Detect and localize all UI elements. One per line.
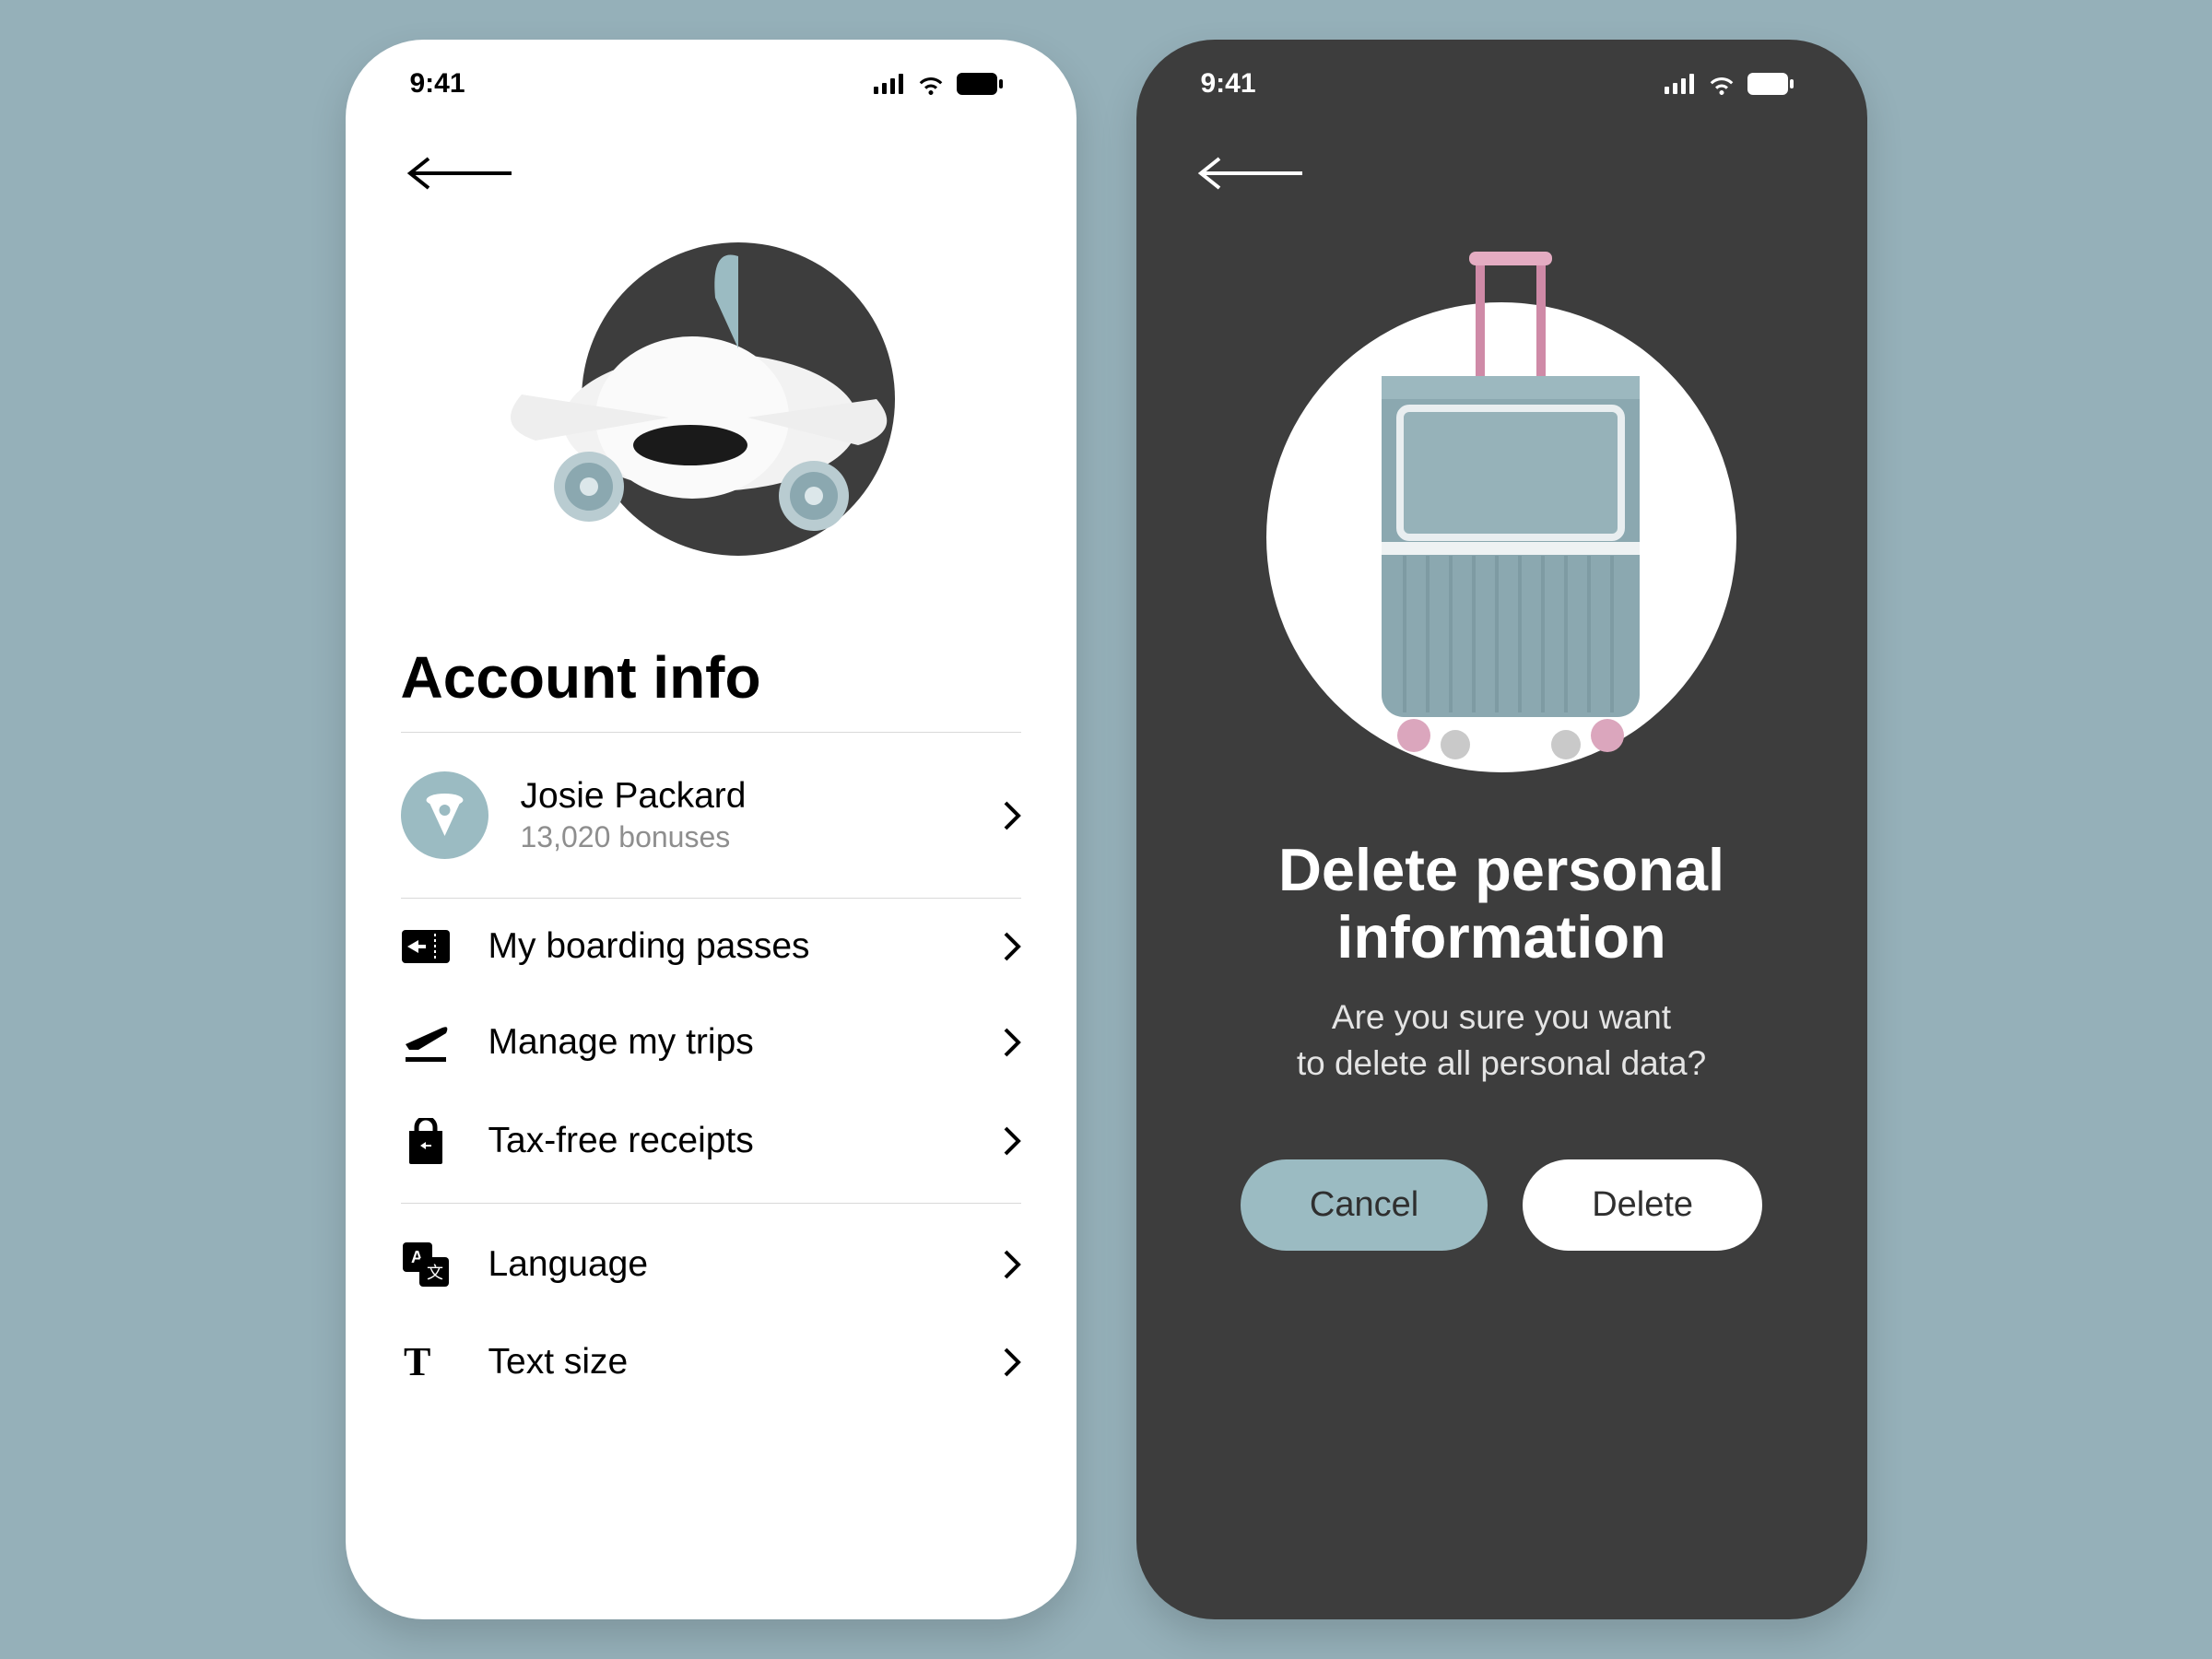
row-label: Manage my trips: [488, 1022, 754, 1063]
chevron-right-icon: [1003, 1027, 1021, 1058]
cellular-icon: [874, 74, 905, 94]
phone-delete: 9:41: [1136, 40, 1867, 1619]
delete-button[interactable]: Delete: [1523, 1159, 1762, 1251]
battery-icon: [957, 73, 1003, 95]
divider: [401, 1203, 1021, 1204]
avatar: [401, 771, 488, 859]
arrow-left-icon: [401, 155, 516, 192]
plane-takeoff-icon: [401, 1022, 452, 1063]
hero-illustration: [1136, 215, 1867, 786]
row-text-size[interactable]: T Text size: [346, 1314, 1077, 1410]
row-label: Tax-free receipts: [488, 1121, 754, 1161]
chevron-right-icon: [1003, 1249, 1021, 1280]
row-label: My boarding passes: [488, 926, 810, 967]
svg-text:文: 文: [427, 1264, 443, 1282]
ticket-icon: [401, 930, 452, 963]
row-language[interactable]: A文 Language: [346, 1215, 1077, 1314]
battery-icon: [1747, 73, 1794, 95]
row-tax-free[interactable]: Tax-free receipts: [346, 1090, 1077, 1192]
profile-sub: 13,020 bonuses: [521, 820, 747, 854]
back-button[interactable]: [1136, 127, 1867, 196]
wifi-icon: [1707, 73, 1736, 95]
statusbar-indicators: [874, 73, 1003, 95]
text-size-icon: T: [401, 1342, 452, 1382]
row-label: Language: [488, 1244, 649, 1285]
dialog-title-l2: information: [1336, 903, 1665, 971]
wifi-icon: [916, 73, 946, 95]
svg-text:T: T: [404, 1342, 430, 1382]
statusbar: 9:41: [1136, 40, 1867, 127]
dialog-buttons: Cancel Delete: [1136, 1159, 1867, 1251]
chevron-right-icon: [1003, 1125, 1021, 1157]
dialog-title-l1: Delete personal: [1278, 836, 1724, 903]
shopping-bag-icon: [401, 1118, 452, 1164]
translate-icon: A文: [401, 1242, 452, 1287]
profile-row[interactable]: Josie Packard 13,020 bonuses: [346, 733, 1077, 898]
statusbar-time: 9:41: [410, 68, 465, 100]
row-label: Text size: [488, 1342, 629, 1382]
row-manage-trips[interactable]: Manage my trips: [346, 994, 1077, 1090]
chevron-right-icon: [1003, 800, 1021, 831]
chevron-right-icon: [1003, 931, 1021, 962]
arrow-left-icon: [1192, 155, 1307, 192]
suitcase-illustration: [1243, 215, 1759, 786]
dialog-sub-l1: Are you sure you want: [1332, 998, 1671, 1036]
statusbar-indicators: [1665, 73, 1794, 95]
page-title: Account info: [346, 606, 1077, 732]
avatar-icon: [419, 790, 470, 841]
cancel-button[interactable]: Cancel: [1241, 1159, 1488, 1251]
chevron-right-icon: [1003, 1347, 1021, 1378]
cellular-icon: [1665, 74, 1696, 94]
airplane-illustration: [471, 210, 950, 606]
back-button[interactable]: [346, 127, 1077, 196]
phone-account: 9:41: [346, 40, 1077, 1619]
hero-illustration: [346, 210, 1077, 606]
profile-name: Josie Packard: [521, 776, 747, 817]
statusbar: 9:41: [346, 40, 1077, 127]
dialog-sub-l2: to delete all personal data?: [1297, 1044, 1706, 1082]
dialog-subtitle: Are you sure you want to delete all pers…: [1136, 994, 1867, 1087]
statusbar-time: 9:41: [1201, 68, 1256, 100]
row-boarding-passes[interactable]: My boarding passes: [346, 899, 1077, 994]
dialog-title: Delete personal information: [1136, 786, 1867, 994]
